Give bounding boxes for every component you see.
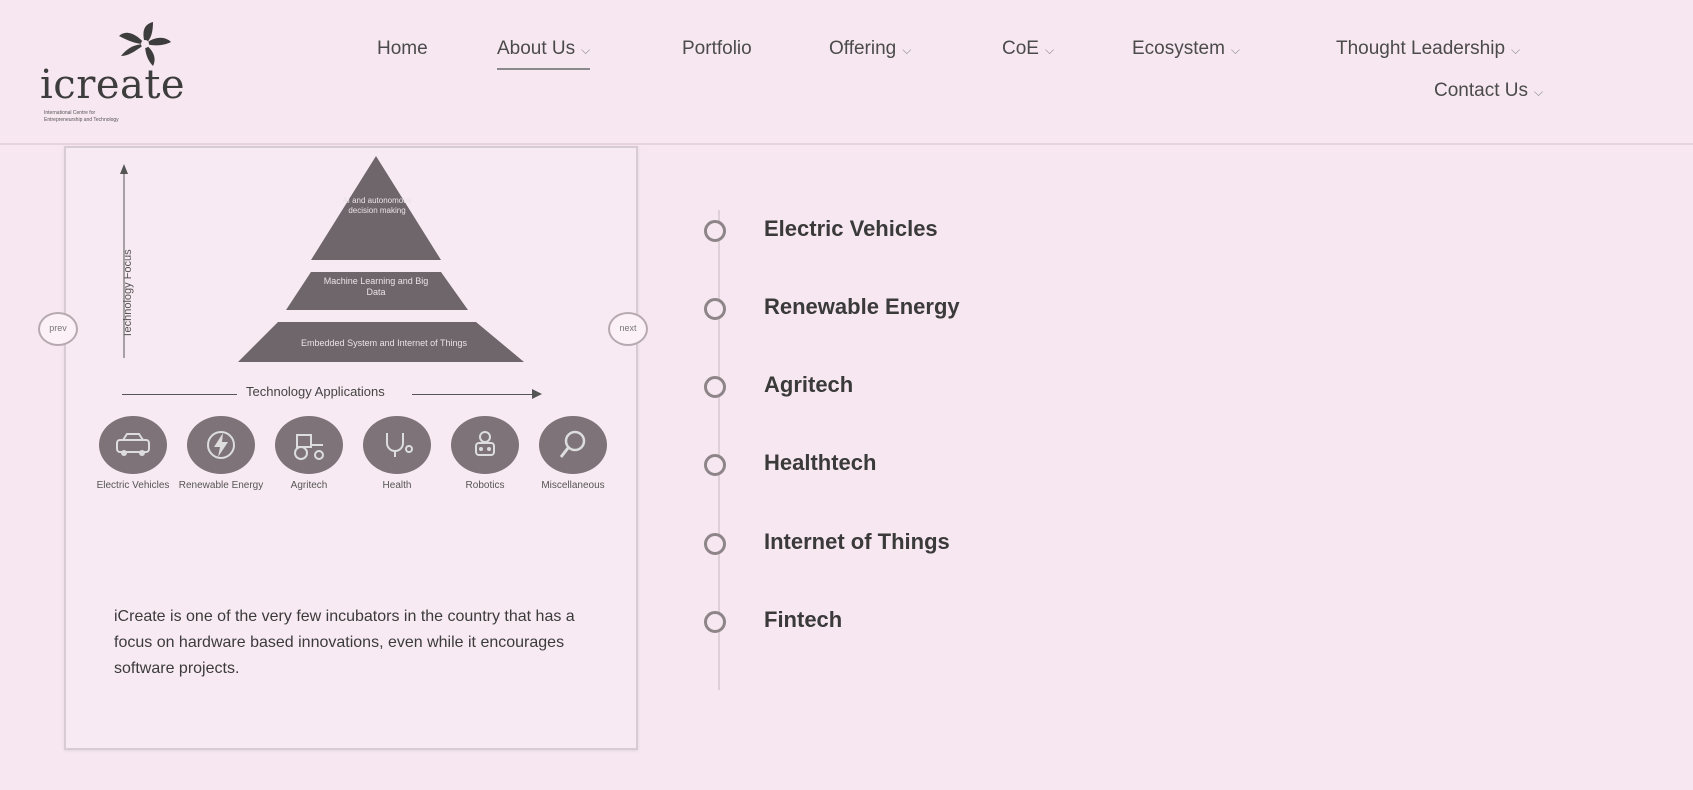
timeline-label: Healthtech <box>764 450 877 475</box>
axis-line <box>122 394 237 395</box>
energy-icon <box>187 416 255 474</box>
nav-offering[interactable]: Offering ⌵ <box>829 38 911 60</box>
timeline-label: Agritech <box>764 372 854 397</box>
arrow-right-icon <box>532 389 542 399</box>
technology-pyramid <box>238 156 524 362</box>
pyramid-label-middle: Machine Learning and Big Data <box>323 276 429 297</box>
app-miscellaneous: Miscellaneous <box>528 416 618 492</box>
nav-home[interactable]: Home <box>377 38 428 60</box>
nav-portfolio[interactable]: Portfolio <box>682 38 752 60</box>
app-health: Health <box>352 416 442 492</box>
robot-icon <box>451 416 519 474</box>
pyramid-label-bottom: Embedded System and Internet of Things <box>301 338 467 348</box>
chevron-down-icon: ⌵ <box>1230 43 1241 57</box>
nav-coe[interactable]: CoE ⌵ <box>1002 38 1054 60</box>
nav-label: Thought Leadership <box>1336 38 1506 59</box>
stethoscope-icon <box>363 416 431 474</box>
app-label: Robotics <box>465 480 505 491</box>
chevron-down-icon: ⌵ <box>1044 43 1055 57</box>
magnifier-icon <box>539 416 607 474</box>
nav-contact-us[interactable]: Contact Us ⌵ <box>1434 80 1543 102</box>
logo-tagline: International Centre for <box>44 110 96 116</box>
tech-applications-label: Technology Applications <box>242 384 389 399</box>
timeline-dot-icon <box>704 454 726 476</box>
chevron-down-icon: ⌵ <box>902 43 912 57</box>
nav-label: CoE <box>1002 38 1039 59</box>
nav-label: Home <box>377 38 428 59</box>
nav-label: Contact Us <box>1434 80 1528 101</box>
app-renewable-energy: Renewable Energy <box>176 416 266 492</box>
card-description: iCreate is one of the very few incubator… <box>114 608 575 677</box>
timeline-dot-icon <box>704 220 726 242</box>
logo-wordmark: icreate <box>40 62 186 108</box>
timeline-dot-icon <box>704 376 726 398</box>
nav-thought-leadership[interactable]: Thought Leadership ⌵ <box>1336 38 1520 60</box>
nav-label: Offering <box>829 38 897 59</box>
axis-line <box>412 394 534 395</box>
chevron-down-icon: ⌵ <box>581 43 591 57</box>
prev-button[interactable]: prev <box>38 312 78 346</box>
app-label: Renewable Energy <box>178 480 264 491</box>
nav-label: Portfolio <box>682 38 752 59</box>
chevron-down-icon: ⌵ <box>1511 43 1521 57</box>
car-icon <box>99 416 167 474</box>
pyramid-label-top: AI and autonomous decision making <box>342 196 412 215</box>
app-label: Miscellaneous <box>541 480 605 491</box>
timeline-label: Fintech <box>764 607 843 632</box>
app-label: Health <box>382 480 412 491</box>
timeline-label: Renewable Energy <box>764 294 960 319</box>
tractor-icon <box>275 416 343 474</box>
tech-applications-axis: Technology Applications <box>122 384 582 404</box>
app-robotics: Robotics <box>440 416 530 492</box>
icreate-logo[interactable]: icreate International Centre for Entrepr… <box>40 22 200 132</box>
timeline-dot-icon <box>704 611 726 633</box>
nav-about-us[interactable]: About Us ⌵ <box>497 38 591 70</box>
app-electric-vehicles: Electric Vehicles <box>88 416 178 492</box>
app-label: Electric Vehicles <box>96 480 170 491</box>
timeline-label: Internet of Things <box>764 529 950 554</box>
nav-ecosystem[interactable]: Ecosystem ⌵ <box>1132 38 1240 60</box>
technology-focus-card: Technology Focus AI and autonomous decis… <box>38 146 648 750</box>
timeline-dot-icon <box>704 533 726 555</box>
app-label: Agritech <box>290 480 328 491</box>
chevron-down-icon: ⌵ <box>1533 85 1544 99</box>
next-button[interactable]: next <box>608 312 648 346</box>
timeline-label: Electric Vehicles <box>764 216 938 241</box>
site-header: icreate International Centre for Entrepr… <box>0 0 1693 145</box>
app-agritech: Agritech <box>264 416 354 492</box>
logo-tagline: Entrepreneurship and Technology <box>44 117 119 123</box>
nav-label: Ecosystem <box>1132 38 1225 59</box>
nav-label: About Us <box>497 38 576 59</box>
timeline-dot-icon <box>704 298 726 320</box>
